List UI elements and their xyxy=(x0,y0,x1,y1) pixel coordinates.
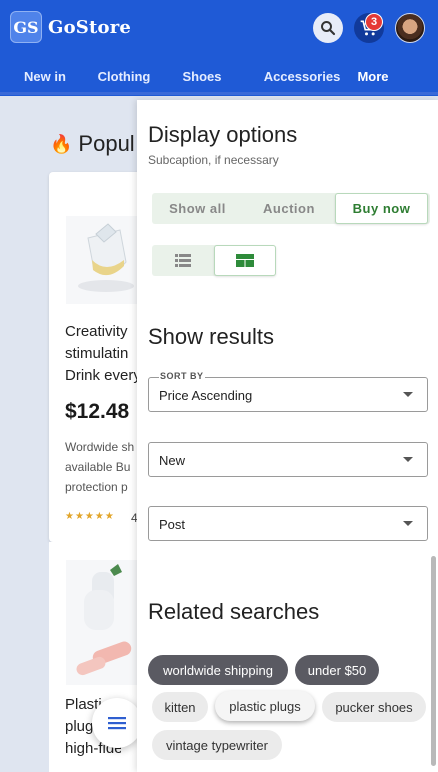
grid-view-icon xyxy=(236,254,254,267)
grid-view-button[interactable] xyxy=(214,245,276,276)
nav-accessories[interactable]: Accessories xyxy=(246,60,358,92)
appbar-divider xyxy=(0,92,438,95)
listing-value: Post xyxy=(159,517,186,532)
section-title: 🔥 Popul xyxy=(50,131,135,156)
menu-fab[interactable] xyxy=(92,698,142,748)
chip-kitten[interactable]: kitten xyxy=(152,692,208,722)
rating-stars: ★★★★★ xyxy=(65,511,115,522)
list-view-button[interactable] xyxy=(152,245,214,276)
drawer-title: Display options xyxy=(148,122,298,147)
brand[interactable]: GS GoStore xyxy=(10,11,131,43)
app-bar: GS GoStore 3 New in Clothing Shoes Acces… xyxy=(0,0,438,96)
search-icon xyxy=(321,21,336,36)
segment-auction[interactable]: Auction xyxy=(243,193,335,224)
listing-select[interactable]: Post xyxy=(148,506,428,541)
nav-new-in[interactable]: New in xyxy=(0,60,90,92)
search-button[interactable] xyxy=(313,13,343,43)
chip-plastic-plugs[interactable]: plastic plugs xyxy=(215,691,315,721)
view-mode-toggle xyxy=(152,245,276,276)
segment-buy-now[interactable]: Buy now xyxy=(335,193,428,224)
nav-shoes[interactable]: Shoes xyxy=(158,60,246,92)
sort-by-select[interactable]: SORT BY Price Ascending xyxy=(148,371,428,412)
listing-type-toggle: Show all Auction Buy now xyxy=(152,193,430,224)
chip-under-50[interactable]: under $50 xyxy=(295,655,379,685)
menu-icon xyxy=(108,717,126,730)
related-searches-heading: Related searches xyxy=(148,599,320,624)
logo: GS xyxy=(10,11,42,43)
chip-pucker-shoes[interactable]: pucker shoes xyxy=(322,692,426,722)
show-results-heading: Show results xyxy=(148,324,274,349)
nav-more[interactable]: More xyxy=(357,60,388,92)
cart-count-badge: 3 xyxy=(365,13,383,31)
product-description: Wordwide sh available Bu protection p xyxy=(65,440,135,494)
fire-icon: 🔥 xyxy=(50,133,73,154)
chevron-down-icon xyxy=(403,457,413,462)
avatar[interactable] xyxy=(395,13,425,43)
segment-show-all[interactable]: Show all xyxy=(152,193,243,224)
list-view-icon xyxy=(175,254,191,267)
chip-vintage-typewriter[interactable]: vintage typewriter xyxy=(152,730,282,760)
brand-name: GoStore xyxy=(48,16,132,38)
chevron-down-icon xyxy=(403,392,413,397)
chevron-down-icon xyxy=(403,521,413,526)
drawer-subtitle: Subcaption, if necessary xyxy=(148,153,279,167)
plastic-plug-image xyxy=(66,560,138,685)
drawer-scrollbar[interactable] xyxy=(431,556,436,766)
condition-value: New xyxy=(159,453,186,468)
chip-worldwide-shipping[interactable]: worldwide shipping xyxy=(148,655,288,685)
product-title[interactable]: Creativity stimulatin Drink every xyxy=(65,321,143,387)
category-nav: New in Clothing Shoes Accessories More xyxy=(0,60,438,92)
drink-glass-image xyxy=(66,216,138,304)
product-price: $12.48 xyxy=(65,400,130,423)
nav-clothing[interactable]: Clothing xyxy=(90,60,158,92)
sort-by-label: SORT BY xyxy=(159,371,205,381)
sort-by-value: Price Ascending xyxy=(159,388,253,403)
condition-select[interactable]: New xyxy=(148,442,428,477)
